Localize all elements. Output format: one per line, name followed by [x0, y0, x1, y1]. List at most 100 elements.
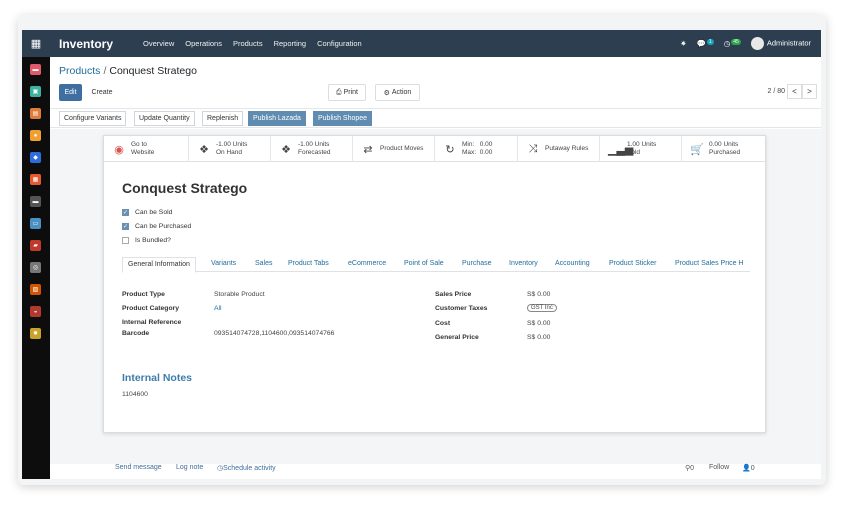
cubes-icon: ❖ — [281, 143, 291, 156]
can-be-sold-checkbox[interactable]: ✓ — [122, 209, 129, 216]
general-price-value[interactable]: S$ 0.00 — [527, 334, 550, 341]
barcode-value[interactable]: 093514074728,1104600,093514074766 — [214, 330, 334, 337]
action-label: Action — [391, 89, 412, 96]
can-be-purchased-checkbox[interactable]: ✓ — [122, 223, 129, 230]
tab-variants[interactable]: Variants — [211, 260, 236, 267]
smart-line: -1.00 Units — [216, 141, 248, 148]
tab-accounting[interactable]: Accounting — [555, 260, 590, 267]
chatter-bar: Send message Log note ◷Schedule activity… — [50, 464, 821, 479]
sales-price-value[interactable]: S$ 0.00 — [527, 291, 550, 298]
configure-variants-button[interactable]: Configure Variants — [59, 111, 127, 126]
activities-menu[interactable]: ◷ 45 — [724, 39, 741, 48]
pager-next-button[interactable]: > — [802, 84, 817, 99]
breadcrumb-products-link[interactable]: Products — [59, 65, 100, 77]
publish-shopee-button[interactable]: Publish Shopee — [313, 111, 373, 126]
documents-app-icon[interactable]: ▧ — [30, 284, 41, 295]
smart-product-moves[interactable]: ⇄ Product Moves — [353, 136, 435, 162]
refresh-icon: ↻ — [445, 143, 455, 156]
breadcrumb-separator: / — [103, 65, 107, 77]
website-app-icon[interactable]: ▦ — [30, 174, 41, 185]
edit-button[interactable]: Edit — [59, 84, 82, 101]
menu-overview[interactable]: Overview — [143, 39, 174, 48]
accounting-app-icon[interactable]: ◎ — [30, 262, 41, 273]
app-grid-icon[interactable]: ▦ — [22, 30, 50, 57]
menu-configuration[interactable]: Configuration — [317, 39, 362, 48]
menu-products[interactable]: Products — [233, 39, 263, 48]
cost-label: Cost — [435, 320, 451, 327]
menu-operations[interactable]: Operations — [185, 39, 222, 48]
inventory-app-icon[interactable]: ▭ — [30, 218, 41, 229]
smart-line: Sold — [627, 149, 641, 156]
update-quantity-button[interactable]: Update Quantity — [134, 111, 195, 126]
tab-sales[interactable]: Sales — [255, 260, 273, 267]
pager-previous-button[interactable]: < — [787, 84, 802, 99]
sales-app-icon[interactable]: ◆ — [30, 152, 41, 163]
smart-line: Forecasted — [298, 149, 331, 156]
internal-reference-label: Internal Reference — [122, 319, 182, 326]
smart-putaway-rules[interactable]: ⤨ Putaway Rules — [518, 136, 600, 162]
chevron-right-icon: > — [807, 87, 812, 96]
smart-line: 1.00 Units — [627, 141, 657, 148]
print-button[interactable]: ⎙ Print — [328, 84, 366, 101]
action-button[interactable]: ⚙ Action — [375, 84, 420, 101]
customer-taxes-tag[interactable]: GST Inc — [527, 304, 557, 312]
attachments-count: 0 — [690, 465, 695, 472]
pos-app-icon[interactable]: ▰ — [30, 240, 41, 251]
smart-on-hand[interactable]: ❖ -1.00 Units On Hand — [189, 136, 271, 162]
general-price-label: General Price — [435, 334, 479, 341]
product-category-value[interactable]: All — [214, 305, 222, 312]
app-name[interactable]: Inventory — [59, 37, 113, 51]
user-menu[interactable]: Administrator — [750, 37, 811, 50]
smart-line: -1.00 Units — [298, 141, 330, 148]
purchase-app-icon[interactable]: ▬ — [30, 196, 41, 207]
followers-button[interactable]: 👤0 — [742, 464, 755, 472]
chat-icon: 💬 — [696, 39, 706, 48]
tab-product-tabs[interactable]: Product Tabs — [288, 260, 329, 267]
exchange-icon: ⇄ — [363, 143, 373, 156]
user-name: Administrator — [766, 38, 811, 48]
calendar-app-icon[interactable]: ▣ — [30, 86, 41, 97]
publish-lazada-button[interactable]: Publish Lazada — [248, 111, 306, 126]
tab-product-sticker[interactable]: Product Sticker — [609, 260, 656, 267]
product-category-label: Product Category — [122, 305, 180, 312]
crm-app-icon[interactable]: ● — [30, 130, 41, 141]
replenish-button[interactable]: Replenish — [202, 111, 244, 126]
sales-price-label: Sales Price — [435, 291, 472, 298]
employees-app-icon[interactable]: ◒ — [30, 306, 41, 317]
gear-icon: ⚙ — [383, 89, 390, 97]
tab-product-sales-price-history[interactable]: Product Sales Price H — [675, 260, 750, 267]
main-content: Products / Conquest Stratego Edit Create ⎙… — [50, 57, 821, 479]
discuss-app-icon[interactable]: ▬ — [30, 64, 41, 75]
cost-value[interactable]: S$ 0.00 — [527, 320, 550, 327]
create-button[interactable]: Create — [86, 84, 118, 101]
send-message-button[interactable]: Send message — [115, 464, 162, 471]
tab-general-information[interactable]: General Information — [122, 257, 196, 273]
tab-inventory[interactable]: Inventory — [509, 260, 538, 267]
product-type-value[interactable]: Storable Product — [214, 291, 265, 298]
dashboard-app-icon[interactable]: ▤ — [30, 108, 41, 119]
follow-button[interactable]: Follow — [709, 464, 729, 471]
smart-sold[interactable]: ▁▃▅ 1.00 Units Sold — [600, 136, 682, 162]
tab-point-of-sale[interactable]: Point of Sale — [404, 260, 444, 267]
user-icon: 👤 — [742, 465, 751, 472]
smart-forecasted[interactable]: ❖ -1.00 Units Forecasted — [271, 136, 353, 162]
internal-notes-body[interactable]: 1104600 — [122, 391, 148, 398]
signal-icon: ▁▃▅ — [608, 143, 634, 156]
print-label: Print — [343, 89, 358, 96]
smart-go-to-website[interactable]: ◉ Go to Website — [104, 136, 189, 162]
smart-purchased[interactable]: 🛒 0.00 Units Purchased — [682, 136, 767, 162]
breadcrumb: Products / Conquest Stratego — [59, 65, 197, 77]
settings-app-icon[interactable]: ✹ — [30, 328, 41, 339]
bug-icon[interactable]: ✷ — [680, 39, 686, 48]
tab-ecommerce[interactable]: eCommerce — [348, 260, 386, 267]
schedule-activity-button[interactable]: ◷Schedule activity — [217, 464, 276, 472]
pager-value[interactable]: 2 / 80 — [767, 88, 785, 95]
tab-purchase[interactable]: Purchase — [462, 260, 492, 267]
is-bundled-checkbox[interactable] — [122, 237, 129, 244]
messages-menu[interactable]: 💬 1 — [697, 39, 714, 48]
log-note-button[interactable]: Log note — [176, 464, 203, 471]
attachments-button[interactable]: ⚲0 — [685, 464, 694, 472]
smart-buttons: ◉ Go to Website ❖ -1.00 Units On Hand ❖ -1… — [104, 136, 767, 162]
menu-reporting[interactable]: Reporting — [274, 39, 307, 48]
smart-min-max[interactable]: ↻ Min: 0.00 Max: 0.00 — [435, 136, 518, 162]
